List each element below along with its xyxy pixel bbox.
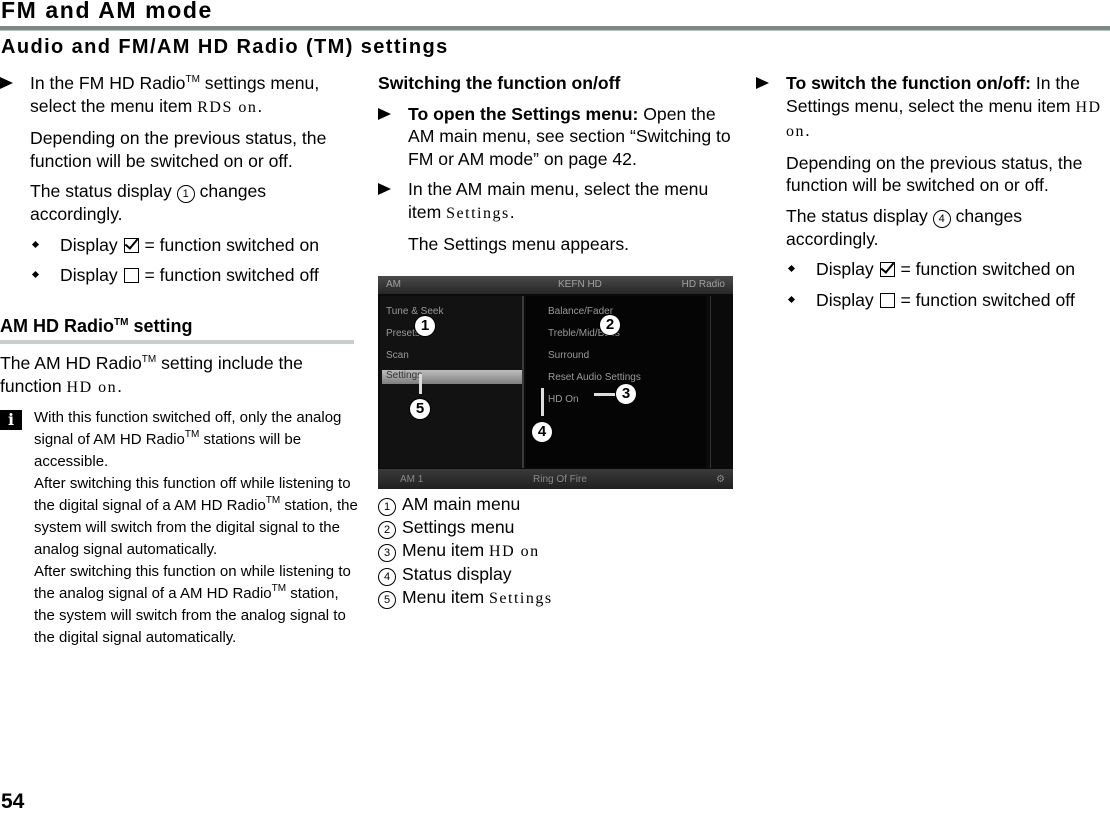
callout-2: 2 (600, 314, 620, 335)
chapter-title: FM and AM mode (1, 0, 213, 23)
instruction-step: In the FM HD RadioTM settings menu, sele… (0, 72, 360, 119)
screen-menu-item-selected: Settings (382, 369, 522, 384)
screen-menu-item: Scan (386, 349, 409, 361)
figure-legend: 1 AM main menu 2 Settings menu 3 Menu item … (378, 493, 736, 610)
screen-menu-item: Surround (548, 349, 590, 361)
callout-number: 4 (932, 209, 951, 228)
menu-item-ref: Settings (446, 204, 510, 222)
screen-menu-item: Tune & Seek (386, 305, 444, 317)
column-3: To switch the function on/off: In the Se… (756, 72, 1110, 319)
radio-screen-image: AM KEFN HD HD Radio Tune & Seek Presets … (378, 275, 733, 489)
instruction-step: To open the Settings menu: Open the AM m… (378, 103, 736, 171)
instruction-step: In the AM main menu, select the menu ite… (378, 178, 736, 225)
arrow-right-icon (756, 77, 769, 89)
checkbox-unchecked-icon (879, 292, 895, 308)
legend-item: 1 AM main menu (378, 493, 736, 516)
callout-leader (594, 392, 616, 396)
checkbox-checked-icon (123, 237, 139, 253)
callout-leader (541, 387, 544, 416)
legend-item: 4 Status display (378, 563, 736, 586)
chapter-divider (0, 26, 1110, 31)
hd-radio-logo: HD Radio (681, 278, 725, 290)
intro-paragraph: The AM HD RadioTM setting include the fu… (0, 353, 303, 396)
screen-bottom-bar: AM 1 Ring Of Fire ⚙ (378, 468, 733, 489)
checkbox-checked-icon (879, 262, 895, 277)
column-1: In the FM HD RadioTM settings menu, sele… (0, 72, 360, 649)
bullet-diamond-icon (787, 295, 796, 303)
arrow-right-icon (0, 77, 13, 89)
bullet-item: Display = function switched on (0, 234, 360, 257)
arrow-right-icon (378, 107, 391, 120)
screen-scrollbar (710, 295, 733, 468)
checkbox-unchecked-icon (123, 268, 139, 283)
menu-item-ref: HD on (66, 378, 118, 396)
column-2: Switching the function on/off To open th… (378, 72, 736, 610)
callout-3: 3 (616, 383, 636, 404)
screen-menu-item: Reset Audio Settings (548, 371, 641, 383)
arrow-right-icon (378, 183, 391, 195)
bullet-item: Display = function switched off (756, 289, 1110, 312)
section-title: Audio and FM/AM HD Radio (TM) settings (1, 36, 449, 58)
menu-item-ref: RDS on (197, 98, 258, 116)
subheading: Switching the function on/off (378, 73, 621, 93)
screen-menu-item: HD On (548, 393, 579, 405)
paragraph: The status display 4 changes accordingly… (786, 205, 1023, 249)
subheading: AM HD RadioTM setting (0, 315, 354, 344)
legend-item: 5 Menu item Settings (378, 586, 736, 610)
screen-main-menu: Tune & Seek Presets Scan Settings (380, 295, 524, 468)
callout-5: 5 (410, 398, 430, 419)
info-icon: i (0, 410, 22, 430)
screen-menu-item: Balance/Fader (548, 305, 614, 317)
callout-1: 1 (415, 315, 435, 336)
callout-4: 4 (532, 421, 552, 442)
paragraph: The Settings menu appears. (408, 234, 630, 254)
callout-number: 1 (176, 185, 195, 203)
legend-item: 3 Menu item HD on (378, 539, 736, 563)
paragraph: Depending on the previous status, the fu… (786, 152, 1083, 196)
paragraph: The status display 1 changes accordingly… (30, 181, 267, 224)
screen-status-bar: AM KEFN HD HD Radio (378, 275, 733, 294)
settings-gear-icon: ⚙ (716, 473, 725, 485)
callout-leader (419, 373, 422, 394)
paragraph: Depending on the previous status, the fu… (30, 128, 327, 171)
page-number: 54 (1, 790, 25, 813)
legend-item: 2 Settings menu (378, 516, 736, 539)
bullet-item: Display = function switched on (756, 258, 1110, 281)
bullet-diamond-icon (31, 270, 40, 279)
bullet-diamond-icon (787, 264, 796, 273)
info-note: i With this function switched off, only … (0, 407, 360, 649)
instruction-step: To switch the function on/off: In the Se… (756, 72, 1110, 144)
bullet-diamond-icon (31, 240, 40, 248)
bullet-item: Display = function switched off (0, 264, 360, 287)
